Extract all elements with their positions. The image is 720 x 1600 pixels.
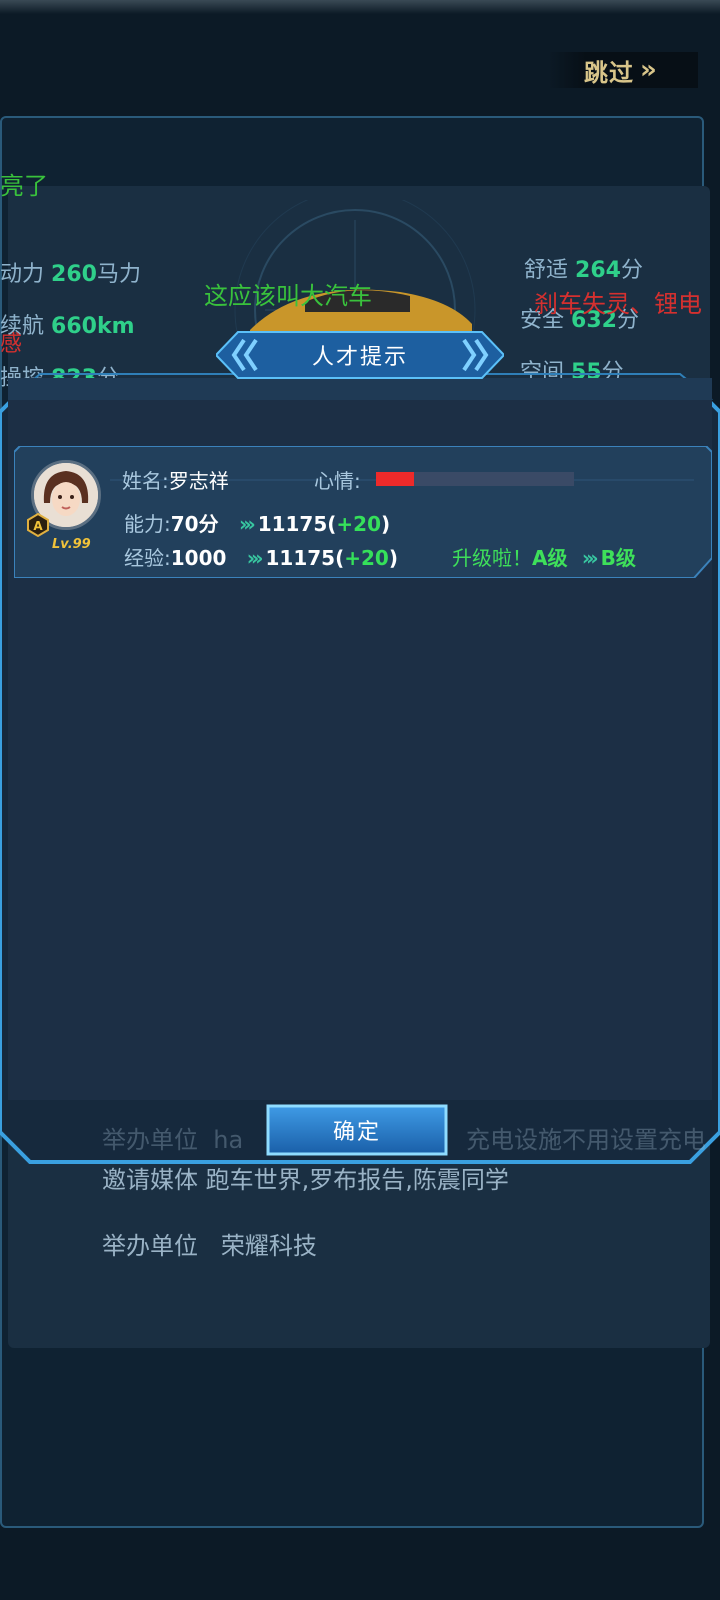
svg-text:A: A	[33, 519, 43, 533]
skip-button[interactable]: 跳过 »	[548, 52, 698, 88]
talent-level: Lv.99	[52, 537, 91, 552]
info-row-organizer: 举办单位 荣耀科技	[102, 1232, 317, 1260]
top-edge	[0, 0, 720, 14]
info-row-charging: 充电设施不用设置充电	[466, 1126, 706, 1154]
double-chevron-right-icon: »	[640, 55, 657, 85]
stat-comfort: 舒适 264分	[524, 258, 643, 283]
exp-row: 经验:1000 ››› 11175(+20)	[124, 546, 398, 570]
comment-green: 这应该叫大汽车	[204, 282, 372, 310]
dialog-title: 人才提示	[311, 345, 408, 370]
upgrade-row: 升级啦！A级 ››› B级	[452, 546, 636, 570]
info-row-media: 邀请媒体 跑车世界,罗布报告,陈震同学	[102, 1166, 509, 1194]
mood-bar-fill	[376, 472, 414, 486]
skip-label: 跳过	[584, 58, 634, 87]
info-row-organizer-partial: 举办单位 ha	[102, 1126, 244, 1154]
confirm-button[interactable]: 确定	[264, 1102, 450, 1158]
headline-fragment: 亮了	[0, 172, 48, 200]
rank-badge-icon: A	[27, 513, 49, 537]
mood-bar	[376, 472, 574, 486]
stat-power: 动力 260马力	[0, 262, 141, 287]
ability-row: 能力:70分 ››› 11175(+20)	[124, 512, 391, 536]
mood-label: 心情:	[314, 469, 361, 493]
double-arrow-icon: ›››	[581, 546, 599, 570]
talent-name: 姓名:罗志祥	[122, 469, 229, 493]
double-arrow-icon: ›››	[246, 546, 264, 570]
comment-red: 刹车失灵、锂电	[534, 290, 702, 318]
double-arrow-icon: ›››	[238, 512, 256, 536]
